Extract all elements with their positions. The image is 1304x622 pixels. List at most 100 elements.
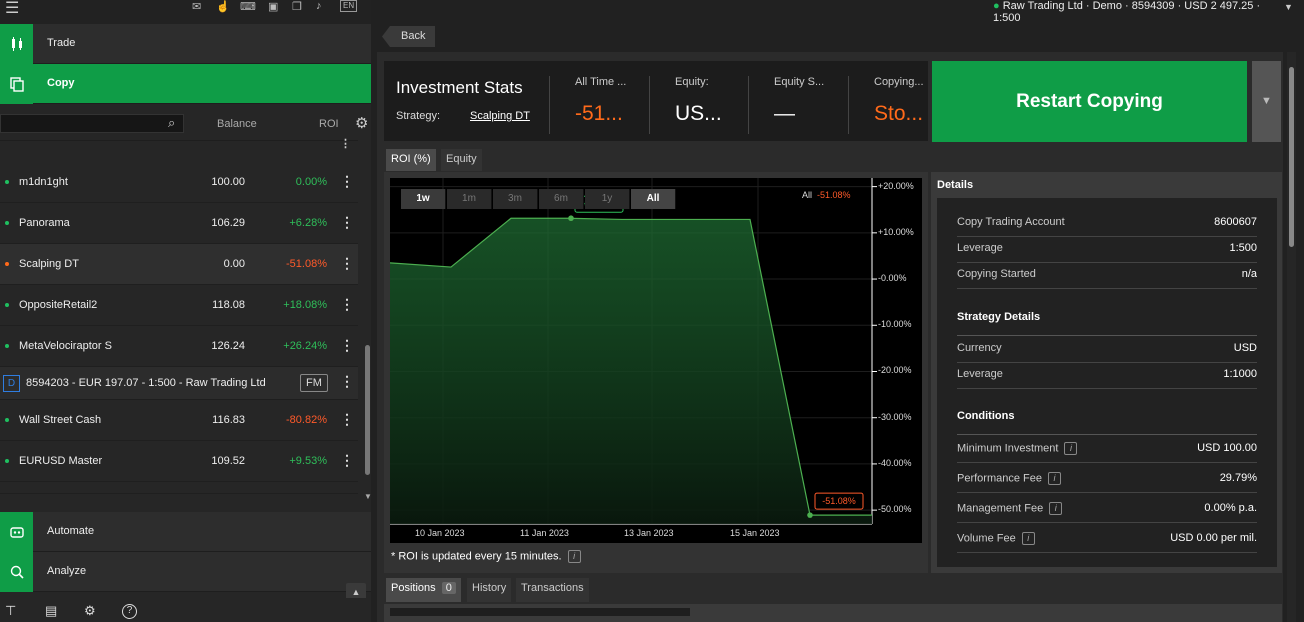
roi-column-header[interactable]: ROI [319,118,339,130]
language-badge[interactable]: EN [340,0,358,12]
row-menu-icon[interactable]: ⋮ [340,255,354,272]
chart-area: +13.16%-51.08% [389,178,922,543]
strategy-name: OppositeRetail2 [19,299,98,311]
roi-chart: +13.16%-51.08% [389,178,877,525]
positions-panel [384,604,1282,622]
restart-dropdown-chevron-icon[interactable]: ▼ [1252,61,1281,142]
detail-row: Currency USD [957,337,1257,363]
row-menu-icon[interactable]: ⋮ [340,337,354,354]
strategy-balance: 106.29 [211,217,245,229]
main-scrollbar[interactable] [1287,52,1296,622]
hamburger-menu-icon[interactable]: ☰ [5,0,19,18]
demo-badge: D [3,375,20,392]
status-dot [5,180,9,184]
stat-label: Copying... [874,76,924,88]
strategy-row[interactable]: Wall Street Cash 116.83 -80.82% ⋮ [0,400,358,441]
settings-icon[interactable]: ⚙ [84,603,96,619]
tab-history[interactable]: History [467,578,512,602]
search-icon[interactable]: ⌕ [168,115,175,131]
detail-value: USD [1233,342,1257,354]
strategy-row[interactable]: m1dn1ght 100.00 0.00% ⋮ [0,162,358,203]
info-icon[interactable]: i [1049,502,1063,515]
fm-tag[interactable]: FM [300,374,328,392]
screenshot-icon[interactable]: ▣ [268,0,278,13]
strategy-row[interactable]: m1dn1ght 93.69 0.00% ⋮ [0,482,358,494]
stat-label: Equity S... [774,76,825,88]
strategy-balance: 118.08 [212,299,245,311]
nav-automate-label: Automate [47,525,95,537]
strategy-name: Panorama [19,217,70,229]
strategy-row[interactable]: EURUSD Master 109.52 +9.53% ⋮ [0,441,358,482]
detail-key-text: Minimum Investment [957,442,1059,455]
nav-automate[interactable]: Automate [0,512,371,552]
account-dropdown-chevron-icon[interactable]: ▼ [1284,2,1293,12]
copy-icon [0,64,33,104]
row-menu-icon[interactable]: ⋮ [340,173,354,190]
deposit-icon[interactable]: ⊤ [5,603,16,619]
stat-value: -51... [575,102,623,125]
gesture-icon[interactable]: ☝ [216,0,230,13]
strategy-row[interactable]: OppositeRetail2 118.08 +18.08% ⋮ [0,285,358,326]
restart-copying-button[interactable]: Restart Copying [932,61,1247,142]
window-icon[interactable]: ❐ [292,0,302,13]
main-scrollbar-thumb[interactable] [1289,67,1294,247]
balance-column-header[interactable]: Balance [217,118,257,130]
strategy-row[interactable]: MetaVelociraptor S 126.24 +26.24% ⋮ [0,326,358,367]
stat-label: Equity: [675,76,709,88]
detail-key: Minimum Investment i [957,442,1078,455]
y-tick-label: -50.00% [878,504,912,515]
scrollbar-thumb[interactable] [365,345,370,475]
detail-key: Leverage [957,242,1003,254]
positions-label: Positions [391,582,436,594]
strategy-name-link[interactable]: Scalping DT [470,110,530,122]
range-button-6m[interactable]: 6m [539,189,584,209]
nav-analyze[interactable]: Analyze [0,552,371,592]
y-tick-label: +10.00% [878,226,914,237]
stat-value: — [774,102,795,125]
account-row-menu-icon[interactable]: ⋮ [340,373,354,390]
row-menu-icon[interactable]: ⋮ [340,493,354,494]
row-menu-icon[interactable]: ⋮ [340,411,354,428]
robot-icon [0,512,33,552]
help-icon[interactable]: ? [122,604,137,619]
row-menu-icon[interactable]: ⋮ [340,137,351,150]
range-button-1w[interactable]: 1w [401,189,446,209]
all-time-stat: All Time ... -51... [575,76,665,126]
info-icon[interactable]: i [1021,532,1035,545]
settings-gear-icon[interactable]: ⚙ [355,114,368,132]
tab-positions[interactable]: Positions 0 [386,578,461,602]
details-section-title: Conditions [957,410,1015,422]
back-button[interactable]: Back [382,26,435,47]
range-button-all[interactable]: All [631,189,676,209]
strategy-row[interactable]: Scalping DT 0.00 -51.08% ⋮ [0,244,358,285]
wallet-icon[interactable]: ▤ [45,603,57,619]
row-menu-icon[interactable]: ⋮ [340,296,354,313]
range-button-1y[interactable]: 1y [585,189,630,209]
status-dot [5,418,9,422]
account-row[interactable]: D 8594203 - EUR 197.07 - 1:500 - Raw Tra… [0,367,358,400]
nav-trade[interactable]: Trade [0,24,371,64]
info-icon[interactable]: i [1047,472,1061,485]
magnifier-chart-icon [0,552,33,592]
range-button-3m[interactable]: 3m [493,189,538,209]
row-menu-icon[interactable]: ⋮ [340,452,354,469]
tab-equity[interactable]: Equity [441,149,482,171]
nav-copy-label: Copy [47,77,75,89]
search-input[interactable] [0,114,184,133]
strategy-balance: 0.00 [223,258,245,270]
tab-roi[interactable]: ROI (%) [386,149,436,171]
bottom-toolbar: ⊤ ▤ ⚙ ? [0,598,371,622]
strategy-row[interactable]: Panorama 106.29 +6.28% ⋮ [0,203,358,244]
tab-transactions[interactable]: Transactions [516,578,589,602]
list-scrollbar[interactable]: ▼ [364,140,372,512]
volume-icon[interactable]: ♪ [316,0,322,12]
row-menu-icon[interactable]: ⋮ [340,214,354,231]
nav-copy[interactable]: Copy [0,64,371,104]
stat-value: US... [675,102,722,125]
range-button-1m[interactable]: 1m [447,189,492,209]
info-icon[interactable]: i [567,550,581,563]
mail-icon[interactable]: ✉ [192,0,201,13]
legend-value: -51.08% [817,190,851,200]
info-icon[interactable]: i [1064,442,1078,455]
keyboard-icon[interactable]: ⌨ [240,0,256,13]
